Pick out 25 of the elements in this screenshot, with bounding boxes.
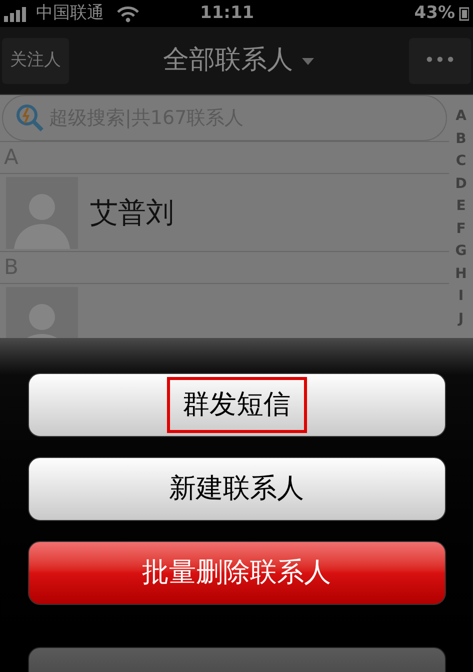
action-button[interactable]: 批量删除联系人 [28,541,446,605]
index-letter[interactable]: H [455,262,467,285]
index-letter[interactable]: J [458,308,464,330]
index-letter[interactable]: E [456,195,466,218]
battery-percent: 43% [414,2,455,25]
contact-row[interactable]: 艾普刘 [0,174,449,252]
index-letter[interactable]: B [456,128,466,150]
clock-time: 11:11 [200,2,254,25]
page-title[interactable]: 全部联系人 [163,41,293,80]
follow-button[interactable]: 关注人 [2,38,69,84]
wifi-icon [116,4,140,22]
search-icon [15,103,45,133]
index-letter[interactable]: F [456,218,466,240]
action-button[interactable]: 新建联系人 [28,457,446,521]
more-button[interactable]: ••• [409,38,471,84]
index-letter[interactable]: A [456,105,466,128]
battery-icon [459,6,469,20]
carrier-name: 中国联通 [36,2,104,25]
contact-name: 艾普刘 [90,194,174,230]
dropdown-caret-icon[interactable] [301,56,315,66]
index-letter[interactable]: I [458,285,464,308]
index-letter[interactable]: C [456,150,466,172]
index-letter[interactable]: D [455,172,467,195]
index-letter[interactable]: G [455,240,467,262]
action-button[interactable]: 群发短信 [28,373,446,437]
